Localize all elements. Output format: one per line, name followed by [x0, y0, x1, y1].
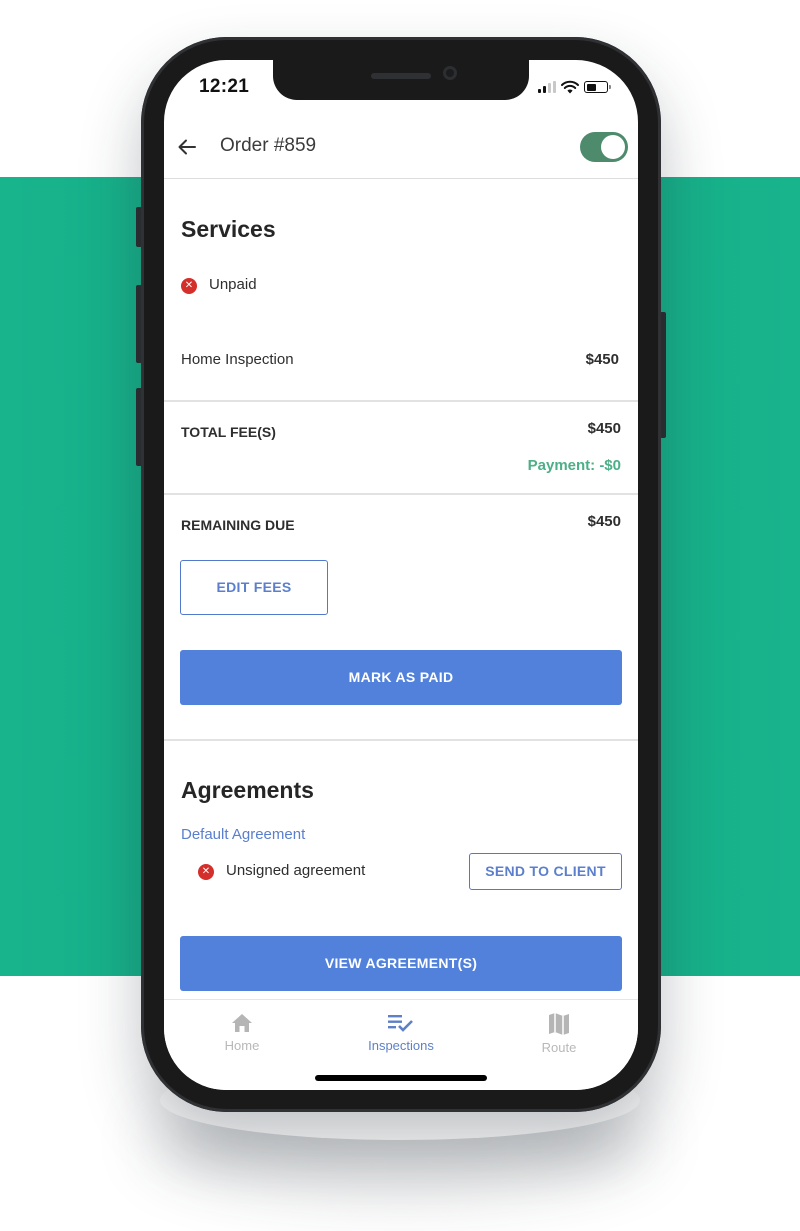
tab-inspections-label: Inspections: [368, 1038, 434, 1053]
phone-screen: 12:21 Order #859 Services ✕ Unpaid Home: [164, 60, 638, 1090]
front-camera: [443, 66, 457, 80]
tab-route[interactable]: Route: [499, 1012, 619, 1055]
cellular-signal-icon: [538, 81, 556, 93]
toggle-knob: [601, 135, 625, 159]
battery-icon: [584, 81, 611, 93]
divider: [164, 400, 638, 402]
status-icons: [538, 80, 611, 94]
default-agreement-link[interactable]: Default Agreement: [181, 826, 305, 843]
notch: [273, 60, 529, 100]
tab-home[interactable]: Home: [182, 1012, 302, 1053]
line-item-name: Home Inspection: [181, 351, 294, 368]
divider: [164, 493, 638, 495]
order-title: Order #859: [220, 135, 317, 156]
remaining-due-label: REMAINING DUE: [181, 517, 295, 533]
edit-fees-button[interactable]: EDIT FEES: [180, 560, 328, 615]
services-heading: Services: [181, 216, 276, 242]
order-toggle[interactable]: [580, 132, 628, 162]
home-indicator[interactable]: [315, 1075, 487, 1081]
tab-inspections[interactable]: Inspections: [341, 1012, 461, 1053]
error-x-icon: ✕: [181, 278, 197, 294]
line-item-price: $450: [585, 351, 619, 368]
error-x-icon: ✕: [198, 864, 214, 880]
divider: [164, 739, 638, 741]
home-icon: [232, 1014, 252, 1032]
mark-as-paid-button[interactable]: MARK AS PAID: [180, 650, 622, 705]
app-header: Order #859: [164, 122, 638, 179]
speaker-grille: [371, 73, 431, 79]
tab-home-label: Home: [224, 1038, 260, 1053]
agreements-heading: Agreements: [181, 777, 314, 803]
checklist-icon: [388, 1015, 413, 1032]
agreement-status: Unsigned agreement: [226, 862, 366, 879]
status-time: 12:21: [199, 76, 250, 97]
payment-line: Payment: -$0: [527, 457, 621, 474]
payment-status: Unpaid: [209, 276, 257, 293]
send-to-client-button[interactable]: SEND TO CLIENT: [469, 853, 622, 890]
total-fees-label: TOTAL FEE(S): [181, 424, 276, 440]
tab-route-label: Route: [541, 1040, 577, 1055]
remaining-due-value: $450: [587, 513, 621, 530]
total-fees-value: $450: [587, 420, 621, 437]
arrow-left-icon[interactable]: [176, 136, 198, 158]
view-agreements-button[interactable]: VIEW AGREEMENT(S): [180, 936, 622, 991]
wifi-icon: [561, 80, 579, 94]
map-icon: [549, 1013, 569, 1035]
